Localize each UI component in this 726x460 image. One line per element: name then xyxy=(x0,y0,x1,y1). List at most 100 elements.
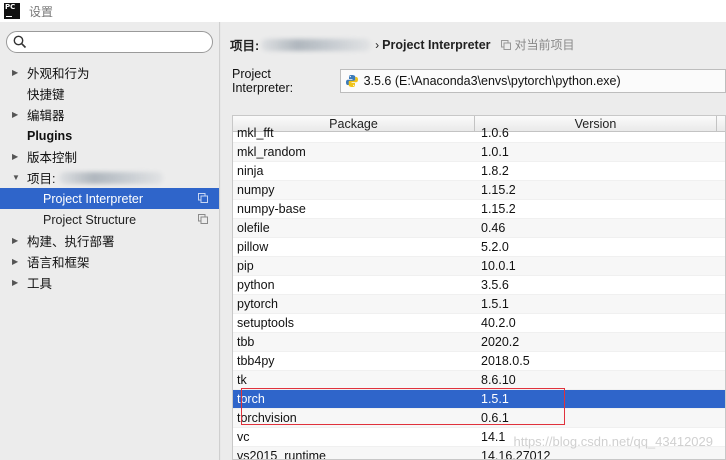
package-name: mkl_fft xyxy=(237,126,274,140)
table-row[interactable]: pillow 5.2.0 xyxy=(233,238,725,257)
interpreter-value: 3.5.6 (E:\Anaconda3\envs\pytorch\python.… xyxy=(363,74,621,88)
package-name: mkl_random xyxy=(237,145,306,159)
package-version: 2020.2 xyxy=(481,335,520,349)
expand-arrow-icon[interactable]: ▶ xyxy=(12,152,26,161)
project-scope-icon xyxy=(198,214,208,224)
sidebar-item-label: 工具 xyxy=(27,277,53,291)
search-box[interactable] xyxy=(6,31,213,53)
sidebar-item-label: Plugins xyxy=(27,128,73,143)
interpreter-select[interactable]: 3.5.6 (E:\Anaconda3\envs\pytorch\python.… xyxy=(339,69,726,93)
package-name: python xyxy=(237,278,275,292)
table-row[interactable]: mkl_fft 1.0.6 xyxy=(233,124,725,143)
sidebar-item-version-control[interactable]: ▶ 版本控制 xyxy=(0,146,219,167)
sidebar-item-label: 构建、执行部署 xyxy=(27,235,115,249)
sidebar-item-tools[interactable]: ▶ 工具 xyxy=(0,272,219,293)
settings-main-panel: 项目: › Project Interpreter 对当前项目 Project … xyxy=(221,22,726,460)
expand-arrow-icon[interactable]: ▶ xyxy=(12,236,26,245)
table-row[interactable]: ninja 1.8.2 xyxy=(233,162,725,181)
package-name: torchvision xyxy=(237,411,297,425)
breadcrumb-separator: › xyxy=(375,37,380,52)
sidebar-item-label: Project Structure xyxy=(43,212,137,227)
expand-arrow-icon[interactable]: ▶ xyxy=(12,110,26,119)
sidebar-item-project-interpreter[interactable]: Project Interpreter xyxy=(0,188,219,209)
breadcrumb: 项目: › Project Interpreter 对当前项目 xyxy=(230,35,575,54)
package-version: 40.2.0 xyxy=(481,316,516,330)
table-body: mkl_fft 1.0.6 mkl_random 1.0.1 ninja 1.8.2 … xyxy=(233,124,725,460)
table-row[interactable]: tbb 2020.2 xyxy=(233,333,725,352)
pycharm-logo-icon: PC xyxy=(4,3,20,19)
package-name: tbb xyxy=(237,335,255,349)
table-row[interactable]: mkl_random 1.0.1 xyxy=(233,143,725,162)
sidebar-item-label: 快捷键 xyxy=(27,88,65,102)
package-name: tk xyxy=(237,373,247,387)
package-version: 1.5.1 xyxy=(481,392,509,406)
table-row[interactable]: pytorch 1.5.1 xyxy=(233,295,725,314)
package-name: pytorch xyxy=(237,297,278,311)
package-version: 0.6.1 xyxy=(481,411,509,425)
title-bar: PC 设置 xyxy=(0,0,726,22)
sidebar-item-label: Project Interpreter xyxy=(43,191,144,206)
package-version: 1.0.6 xyxy=(481,126,509,140)
window-title: 设置 xyxy=(29,4,54,19)
expand-arrow-icon[interactable]: ▶ xyxy=(12,257,26,266)
package-version: 1.15.2 xyxy=(481,202,516,216)
table-row[interactable]: numpy 1.15.2 xyxy=(233,181,725,200)
search-input[interactable] xyxy=(31,35,212,49)
settings-sidebar: ▶ 外观和行为 快捷键 ▶ 编辑器 Plugins ▶ 版本控制 ▼ 项目: P… xyxy=(0,22,220,460)
table-row[interactable]: olefile 0.46 xyxy=(233,219,725,238)
sidebar-item-languages[interactable]: ▶ 语言和框架 xyxy=(0,251,219,272)
package-version: 1.5.1 xyxy=(481,297,509,311)
package-version: 14.16.27012 xyxy=(481,449,551,460)
package-version: 8.6.10 xyxy=(481,373,516,387)
sidebar-item-project[interactable]: ▼ 项目: xyxy=(0,167,219,188)
package-name: pip xyxy=(237,259,254,273)
table-row[interactable]: pip 10.0.1 xyxy=(233,257,725,276)
package-name: pillow xyxy=(237,240,269,254)
redacted-project-name xyxy=(59,171,164,184)
sidebar-item-build-execution[interactable]: ▶ 构建、执行部署 xyxy=(0,230,219,251)
project-scope-icon xyxy=(198,193,208,203)
expand-arrow-icon[interactable]: ▶ xyxy=(12,68,26,77)
table-row[interactable]: tbb4py 2018.0.5 xyxy=(233,352,725,371)
table-row-selected[interactable]: torch 1.5.1 xyxy=(233,390,725,409)
settings-nav: ▶ 外观和行为 快捷键 ▶ 编辑器 Plugins ▶ 版本控制 ▼ 项目: P… xyxy=(0,62,219,293)
sidebar-item-label: 语言和框架 xyxy=(27,256,90,270)
project-scope-icon xyxy=(500,39,511,50)
table-row[interactable]: setuptools 40.2.0 xyxy=(233,314,725,333)
sidebar-item-appearance[interactable]: ▶ 外观和行为 xyxy=(0,62,219,83)
package-version: 3.5.6 xyxy=(481,278,509,292)
package-name: vc xyxy=(237,430,250,444)
table-row[interactable]: numpy-base 1.15.2 xyxy=(233,200,725,219)
search-icon xyxy=(13,35,27,49)
package-name: vs2015_runtime xyxy=(237,449,326,460)
package-name: torch xyxy=(237,392,265,406)
package-version: 1.0.1 xyxy=(481,145,509,159)
watermark: https://blog.csdn.net/qq_43412029 xyxy=(513,434,714,449)
table-row[interactable]: torchvision 0.6.1 xyxy=(233,409,725,428)
sidebar-item-label: 编辑器 xyxy=(27,109,65,123)
table-row[interactable]: tk 8.6.10 xyxy=(233,371,725,390)
packages-table: Package Version mkl_fft 1.0.6 mkl_random 1… xyxy=(232,115,726,460)
page-title: Project Interpreter xyxy=(382,37,491,52)
interpreter-label: Project Interpreter: xyxy=(232,67,294,95)
table-row[interactable]: python 3.5.6 xyxy=(233,276,725,295)
package-version: 2018.0.5 xyxy=(481,354,530,368)
sidebar-item-label: 项目: xyxy=(27,172,56,186)
sidebar-item-label: 版本控制 xyxy=(27,151,78,165)
sidebar-item-editor[interactable]: ▶ 编辑器 xyxy=(0,104,219,125)
scope-note: 对当前项目 xyxy=(500,36,575,53)
interpreter-row: Project Interpreter: 3.5.6 (E:\Anaconda3… xyxy=(232,67,726,95)
expand-arrow-icon[interactable]: ▶ xyxy=(12,278,26,287)
sidebar-item-keymap[interactable]: 快捷键 xyxy=(0,83,219,104)
python-icon xyxy=(345,75,358,87)
package-version: 10.0.1 xyxy=(481,259,516,273)
package-version: 0.46 xyxy=(481,221,506,235)
sidebar-item-plugins[interactable]: Plugins xyxy=(0,125,219,146)
package-name: ninja xyxy=(237,164,264,178)
package-name: olefile xyxy=(237,221,270,235)
sidebar-item-project-structure[interactable]: Project Structure xyxy=(0,209,219,230)
redacted-project-name xyxy=(261,38,372,51)
collapse-arrow-icon[interactable]: ▼ xyxy=(12,173,26,182)
package-name: numpy-base xyxy=(237,202,306,216)
package-version: 1.8.2 xyxy=(481,164,509,178)
